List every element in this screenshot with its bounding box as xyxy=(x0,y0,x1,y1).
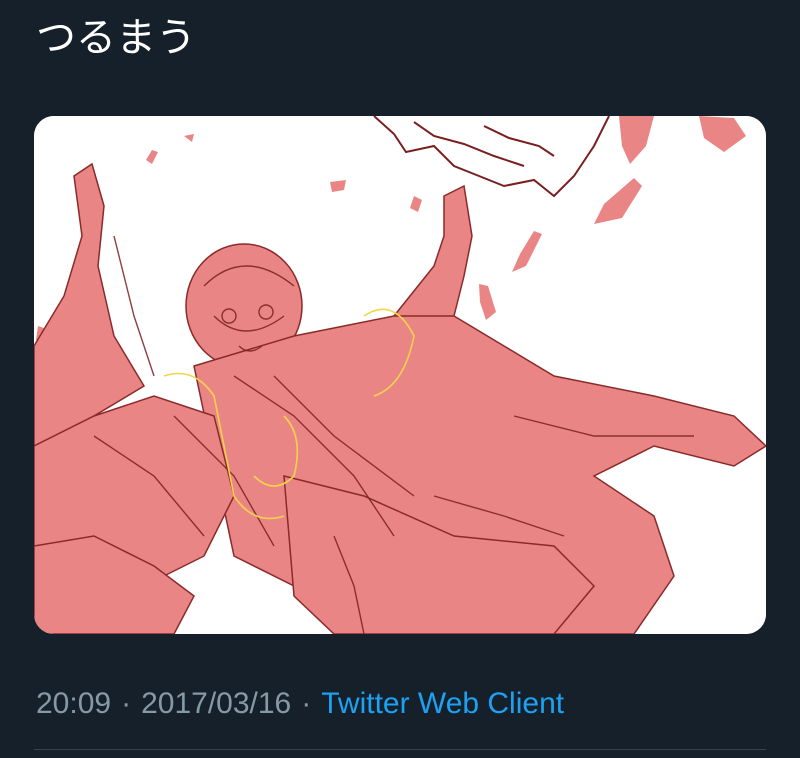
tweet-date: 2017/03/16 xyxy=(141,687,292,720)
sketch-illustration xyxy=(34,116,766,634)
meta-separator-2: · xyxy=(301,687,312,720)
tweet-source-link[interactable]: Twitter Web Client xyxy=(321,687,564,720)
tweet-time: 20:09 xyxy=(36,687,112,720)
tweet-text: つるまう xyxy=(36,15,196,61)
divider xyxy=(34,749,766,750)
tweet-image[interactable] xyxy=(34,116,766,634)
meta-separator: · xyxy=(121,687,132,720)
tweet-meta: 20:09 · 2017/03/16 · Twitter Web Client xyxy=(36,684,564,724)
